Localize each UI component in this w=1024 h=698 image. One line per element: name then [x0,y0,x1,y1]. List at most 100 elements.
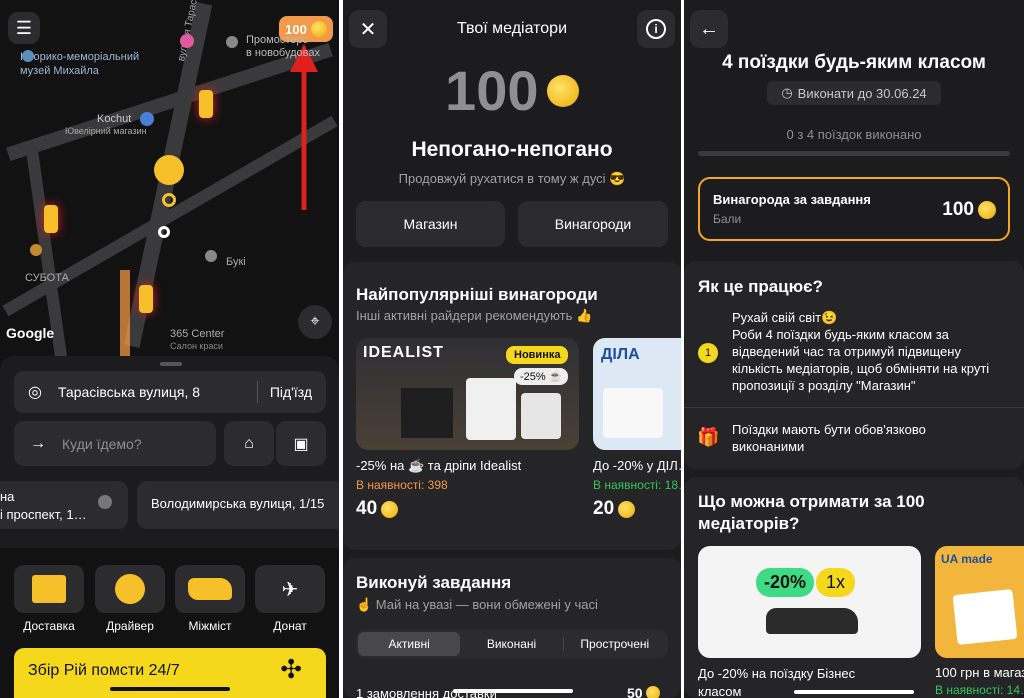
from-field[interactable]: ◎ Тарасівська вулиця, 8 Під'їзд [14,371,326,413]
back-button[interactable]: ← [690,10,728,48]
taxi-car-icon [199,90,213,118]
poi-365-label: 365 Center [170,328,225,340]
add-work-button[interactable]: ▣ [276,421,326,466]
discount-badge: -25% ☕ [514,368,569,385]
reward-value: 100 [942,199,996,221]
tab-expired[interactable]: Прострочені [564,637,666,651]
arrow-right-icon: → [30,434,46,452]
sheet-handle[interactable] [160,362,182,366]
offer-card-image[interactable]: -20% 1x [698,546,921,658]
ukraine-map-icon [188,578,232,600]
note-text: Поїздки мають бути обов'язково виконаним… [732,422,926,454]
section-subtitle: ☝️ Май на увазі — вони обмежені у часі [356,597,598,612]
coin-icon [546,74,579,107]
from-address: Тарасівська вулиця, 8 [58,384,201,400]
taxi-car-icon [44,205,58,233]
poi-museum-label: Історико-меморіальний музей Михайла [20,51,140,77]
taxi-car-icon [139,285,153,313]
recent-place-1[interactable]: на і проспект, 1… [0,481,128,529]
service-delivery-button[interactable] [14,565,84,613]
lab-image-icon [603,388,663,438]
service-driver-button[interactable] [95,565,165,613]
offer-card-image[interactable]: UA made [935,546,1024,658]
coin-icon [978,201,996,219]
reward-card-image[interactable]: ДІЛА [593,338,681,450]
popular-section: Найпопулярніші винагороди Інші активні р… [343,262,681,550]
google-logo: Google [6,325,55,341]
to-placeholder: Куди їдемо? [62,435,142,452]
entrance-button[interactable]: Під'їзд [270,384,312,400]
reward-title: До -20% у ДІЛ… [593,458,681,473]
home-indicator [794,690,914,694]
reward-availability: В наявності: 398 [356,478,448,492]
arrow-left-icon: ← [699,17,719,40]
briefcase-plus-icon: ▣ [293,435,309,453]
what-section: Що можна отримати за 100 медіаторів? -20… [684,477,1024,698]
recent-place-2[interactable]: Володимирська вулиця, 1/15 [137,481,339,529]
discount-pill: -20% [756,568,815,597]
task-price: 50 [627,685,660,698]
clock-icon: ◷ [781,85,793,100]
red-arrow-icon [290,44,318,210]
shop-button[interactable]: Магазин [356,201,505,247]
home-indicator [453,689,573,693]
tab-active[interactable]: Активні [358,632,461,656]
map-screen: ☰ 100 Історико-меморіальний музей Михайл… [0,0,339,698]
museum-pin-icon [22,50,34,62]
service-intercity-button[interactable] [175,565,245,613]
poi-subota-label: СУБОТА [25,272,69,284]
info-button[interactable]: i [637,10,675,48]
page-title: Твої медіатори [456,20,568,37]
add-home-button[interactable]: ⌂ [224,421,274,466]
coffee-bag-icon [521,393,561,439]
brand-logo: UA made [941,552,993,566]
drone-icon: ✈ [281,578,299,601]
progress-text: 0 з 4 поїздок виконано [786,127,922,142]
price-value: 50 [627,685,643,698]
deadline-text: Виконати до 30.06.24 [797,85,927,101]
coffee-bag-icon [466,378,516,440]
poi-buki-label: Букі [226,256,246,268]
mediators-screen: ✕ Твої медіатори i 100 Непогано-непогано… [343,0,681,698]
pin-icon [205,250,217,262]
offer-availability: В наявності: 14… [935,683,1024,697]
route-dot-icon [158,226,170,238]
shop-pin-icon [180,34,194,48]
drone-icon: ✣ [280,654,302,684]
crosshair-icon: ⌖ [310,313,320,330]
pin-icon [98,495,112,509]
car-icon [766,608,858,634]
service-donate-button[interactable]: ✈ [255,565,325,613]
section-title: Виконуй завдання [356,573,512,592]
menu-button[interactable]: ☰ [8,12,40,44]
divider [256,381,258,403]
balance-row: 100 [343,58,681,123]
reward-title: Винагорода за завдання [713,192,871,207]
location-pin-icon: ◎ [28,384,42,401]
hamburger-icon: ☰ [15,17,33,38]
food-pin-icon [30,244,42,256]
to-field[interactable]: → Куди їдемо? [14,421,216,466]
value-number: 100 [942,199,974,220]
rewards-button[interactable]: Винагороди [518,201,668,247]
reward-subtitle: Бали [713,212,742,226]
deadline-badge: ◷ Виконати до 30.06.24 [767,81,941,105]
pickup-marker-icon [154,155,184,185]
price-value: 20 [593,498,615,519]
reward-price: 20 [593,498,636,520]
progress-bar [698,151,1010,156]
brand-logo: ДІЛА [601,346,640,363]
step-number: 1 [698,343,718,363]
tab-completed[interactable]: Виконані [460,637,564,651]
pin-icon [226,36,238,48]
recent-line2: і проспект, 1… [0,507,87,522]
product-image-icon [952,589,1018,645]
level-subtitle: Продовжуй рухатися в тому ж дусі 😎 [398,171,626,186]
poi-promo-label: Промостерс в новобудовах [246,34,320,59]
reward-card-image[interactable]: IDEALIST Новинка -25% ☕ [356,338,579,450]
coin-icon [645,686,660,698]
route-line [120,270,130,360]
home-plus-icon: ⌂ [244,434,254,452]
brand-logo: IDEALIST [363,344,444,361]
locate-me-button[interactable]: ⌖ [298,305,332,339]
